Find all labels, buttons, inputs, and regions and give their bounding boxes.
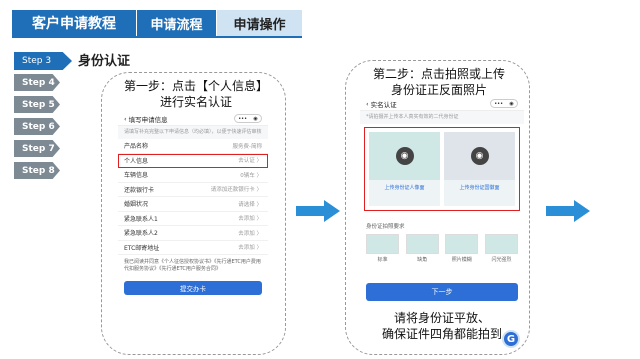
step2-caption-line2: 身份证正反面照片 bbox=[390, 83, 487, 97]
step-6-chevron[interactable]: Step 6 bbox=[14, 118, 60, 135]
form-title: 填写申请信息 bbox=[128, 115, 168, 124]
row-bank-card[interactable]: 还款银行卡 请添加还款银行卡 〉 bbox=[118, 183, 268, 197]
photo-requirements-title: 身份证拍照要求 bbox=[366, 224, 405, 230]
row-value: 去添加 〉 bbox=[238, 245, 262, 252]
photo-instruction-line2: 确保证件四角都能拍到 bbox=[381, 327, 502, 341]
realname-tip: *请拍摄并上传本人真实有效的二代身份证 bbox=[360, 111, 524, 124]
row-value: 去添加 〉 bbox=[238, 216, 262, 223]
form-tip: 请填写补充完整以下申请信息（均必填），以便于快速评估审核 bbox=[118, 126, 268, 139]
camera-icon[interactable]: ◉ bbox=[395, 147, 414, 165]
id-front-label: 上传身份证人像面 bbox=[384, 185, 425, 191]
row-product: 产品名称 服务费-简称 bbox=[118, 139, 268, 154]
target-icon[interactable]: ◉ bbox=[509, 101, 513, 107]
camera-icon[interactable]: ◉ bbox=[470, 147, 489, 165]
thumb-label: 照片模糊 bbox=[451, 257, 472, 263]
id-back-upload[interactable]: ◉ 上传身份证国徽面 bbox=[444, 132, 515, 206]
id-front-image: ◉ bbox=[369, 132, 440, 180]
row-marital[interactable]: 婚姻状况 请选择 〉 bbox=[118, 197, 268, 212]
submit-button[interactable]: 提交办卡 bbox=[124, 281, 262, 295]
example-standard: 标准 bbox=[366, 234, 399, 263]
miniapp-capsule[interactable]: ••• ◉ bbox=[490, 99, 518, 108]
miniapp-capsule[interactable]: ••• ◉ bbox=[234, 114, 262, 123]
tutorial-slide: 客户申请教程 申请流程 申请操作 Step 3 身份认证 Step 4 Step… bbox=[0, 0, 640, 359]
row-label: 婚姻状况 bbox=[124, 201, 149, 209]
step2-caption-line1: 第二步：点击拍照或上传 bbox=[372, 67, 505, 81]
thumb-label: 缺角 bbox=[417, 257, 428, 263]
step1-caption-line2: 进行实名认证 bbox=[159, 95, 232, 109]
step-7-chevron[interactable]: Step 7 bbox=[14, 140, 60, 157]
target-icon[interactable]: ◉ bbox=[253, 116, 257, 122]
brand-logo: G bbox=[502, 330, 520, 348]
row-contact1[interactable]: 紧急联系人1 去添加 〉 bbox=[118, 212, 268, 226]
photo-requirements: 标准 缺角 照片模糊 闪光强烈 bbox=[360, 234, 524, 263]
row-value: 去添加 〉 bbox=[238, 230, 262, 237]
photo-instruction-line1: 请将身份证平放、 bbox=[393, 311, 490, 325]
photo-instruction: 请将身份证平放、 确保证件四角都能拍到 bbox=[362, 310, 522, 342]
tab-apply-process[interactable]: 申请流程 bbox=[137, 10, 216, 36]
id-back-label: 上传身份证国徽面 bbox=[459, 185, 500, 191]
example-missing-corner: 缺角 bbox=[405, 234, 439, 263]
row-value: 请选择 〉 bbox=[238, 201, 262, 208]
row-label: 产品名称 bbox=[124, 143, 149, 151]
more-icon[interactable]: ••• bbox=[238, 116, 247, 122]
row-vehicle[interactable]: 车辆信息 0辆车 〉 bbox=[118, 168, 268, 183]
row-contact2[interactable]: 紧急联系人2 去添加 〉 bbox=[118, 226, 268, 241]
row-etc-address[interactable]: ETC邮寄地址 去添加 〉 bbox=[118, 241, 268, 255]
example-glare: 闪光强烈 bbox=[484, 234, 518, 263]
id-back-image: ◉ bbox=[444, 132, 515, 180]
row-label: 个人信息 bbox=[124, 157, 149, 165]
header-divider bbox=[12, 36, 302, 38]
row-value: 服务费-简称 bbox=[232, 143, 263, 150]
step1-caption-line1: 第一步：点击【个人信息】 bbox=[123, 79, 268, 93]
next-button[interactable]: 下一步 bbox=[366, 283, 518, 301]
header-title: 客户申请教程 bbox=[12, 10, 136, 36]
step-4-chevron[interactable]: Step 4 bbox=[14, 74, 60, 91]
realname-title: 实名认证 bbox=[370, 100, 397, 109]
row-label: 紧急联系人2 bbox=[124, 230, 158, 238]
row-label: 紧急联系人1 bbox=[124, 215, 158, 223]
realname-navbar: ‹ 实名认证 ••• ◉ bbox=[360, 97, 524, 111]
step2-caption: 第二步：点击拍照或上传 身份证正反面照片 bbox=[350, 66, 528, 98]
thumb-label: 标准 bbox=[377, 257, 388, 263]
row-value: 去认证 〉 bbox=[238, 158, 262, 165]
row-value: 请添加还款银行卡 〉 bbox=[210, 187, 262, 194]
row-label: 车辆信息 bbox=[124, 172, 149, 180]
step-title: 身份认证 bbox=[78, 54, 131, 69]
real-name-screen: ‹ 实名认证 ••• ◉ *请拍摄并上传本人真实有效的二代身份证 ◉ 上传身份证人… bbox=[360, 97, 524, 307]
thumb-label: 闪光强烈 bbox=[491, 257, 512, 263]
step-5-chevron[interactable]: Step 5 bbox=[14, 96, 60, 113]
form-navbar: ‹ 填写申请信息 ••• ◉ bbox=[118, 112, 268, 126]
right-arrow-icon bbox=[546, 200, 590, 222]
example-blurry: 照片模糊 bbox=[445, 234, 479, 263]
id-front-upload[interactable]: ◉ 上传身份证人像面 bbox=[369, 132, 440, 206]
right-arrow-icon bbox=[296, 200, 340, 222]
agreement-text[interactable]: 我已阅读并同意《个人征信授权协议书》《先行通ETC用户费用代扣服务协议》《先行通… bbox=[118, 255, 268, 277]
apply-form-screen: ‹ 填写申请信息 ••• ◉ 请填写补充完整以下申请信息（均必填），以便于快速评估… bbox=[118, 112, 268, 348]
row-personal-info[interactable]: 个人信息 去认证 〉 bbox=[118, 153, 268, 168]
step-8-chevron[interactable]: Step 8 bbox=[14, 162, 60, 179]
more-icon[interactable]: ••• bbox=[494, 101, 503, 107]
tab-apply-operation[interactable]: 申请操作 bbox=[217, 10, 302, 36]
step-3-chevron[interactable]: Step 3 bbox=[14, 52, 72, 70]
id-upload-area: ◉ 上传身份证人像面 ◉ 上传身份证国徽面 bbox=[364, 127, 520, 211]
row-label: 还款银行卡 bbox=[124, 186, 155, 194]
row-value: 0辆车 〉 bbox=[240, 172, 262, 179]
row-label: ETC邮寄地址 bbox=[124, 244, 160, 252]
step1-caption: 第一步：点击【个人信息】 进行实名认证 bbox=[110, 78, 282, 110]
